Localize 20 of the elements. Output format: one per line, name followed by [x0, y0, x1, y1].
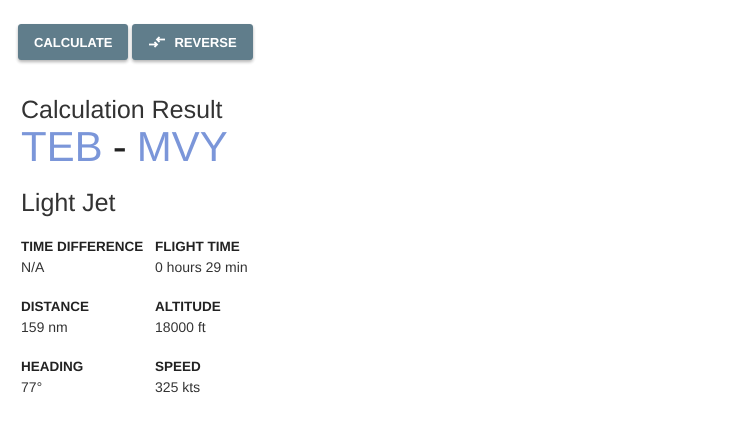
stat-label: FLIGHT TIME — [155, 238, 241, 256]
stat-label: HEADING — [21, 358, 84, 376]
action-button[interactable]: CALCULATE — [18, 24, 128, 60]
stat-value: 77° — [21, 378, 44, 396]
stat-label: DISTANCE — [21, 298, 90, 316]
stat-label: TIME DIFFERENCE — [21, 238, 144, 256]
stat-value: 18000 ft — [155, 318, 207, 336]
aircraft-type: Light Jet — [21, 188, 117, 218]
route-separator: - — [112, 124, 127, 170]
swap-arrows-icon — [148, 36, 166, 48]
stat-value: 159 nm — [21, 318, 69, 336]
action-button[interactable]: REVERSE — [132, 24, 253, 60]
stat-label: SPEED — [155, 358, 202, 376]
stat-value: 325 kts — [155, 378, 202, 396]
destination-code: MVY — [136, 124, 228, 170]
origin-code: TEB — [21, 124, 103, 170]
stat-label: ALTITUDE — [155, 298, 222, 316]
result-heading: Calculation Result — [21, 96, 224, 124]
stat-value: 0 hours 29 min — [155, 258, 249, 276]
stat-value: N/A — [21, 258, 46, 276]
